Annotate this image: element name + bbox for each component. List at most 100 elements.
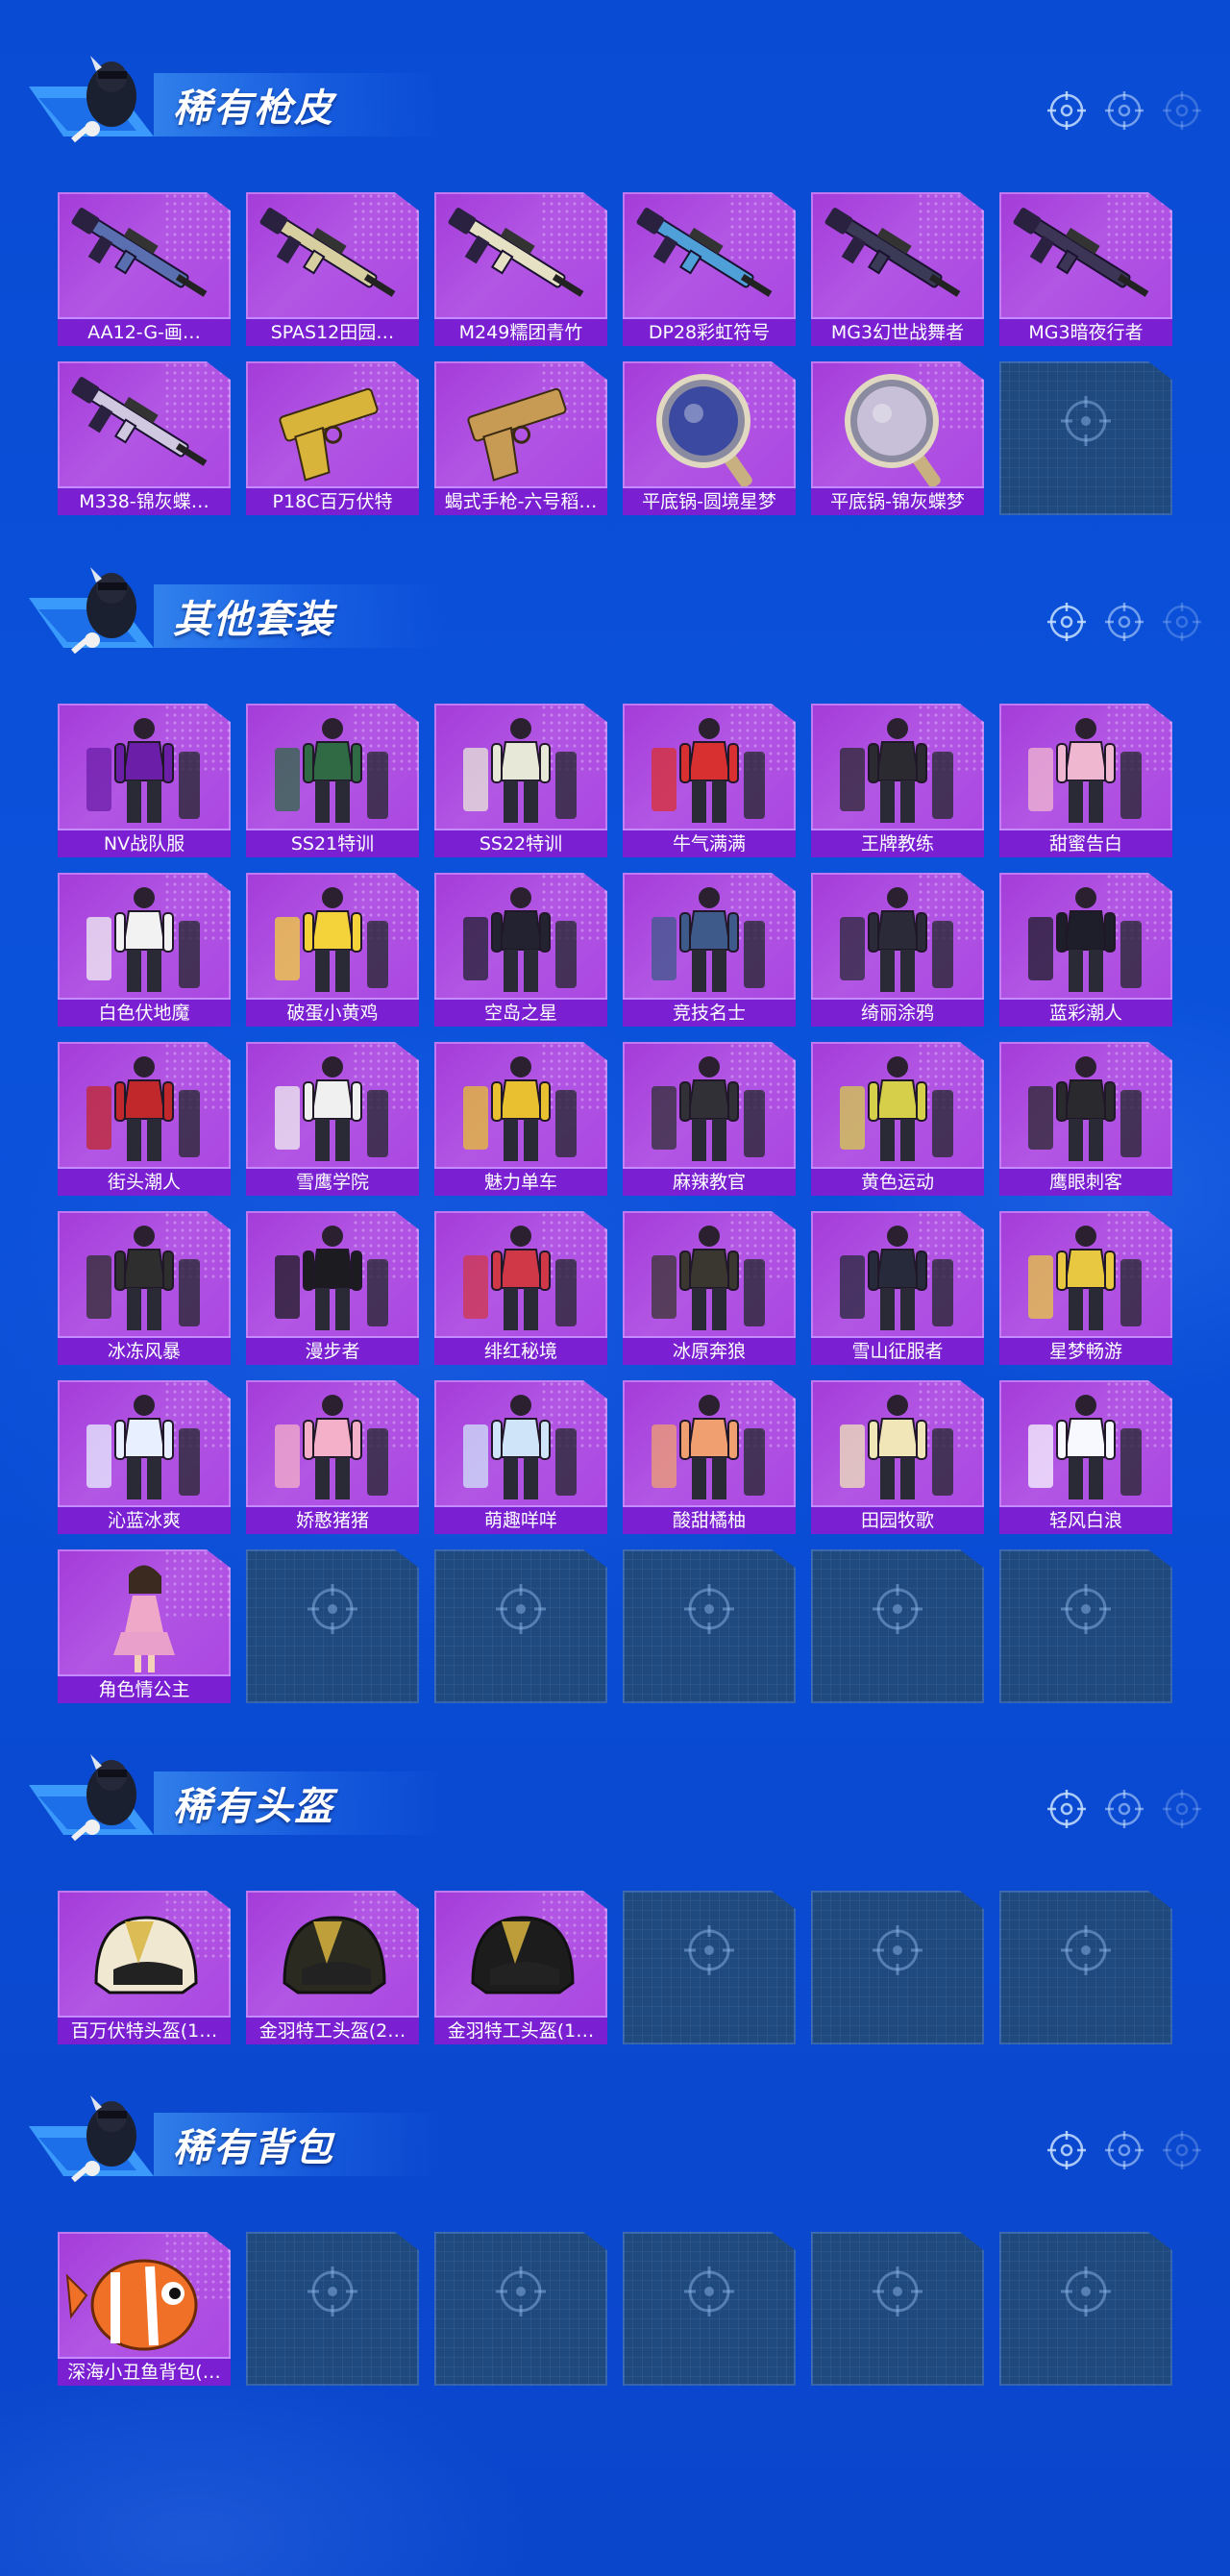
item-card[interactable]: 萌趣咩咩 bbox=[434, 1380, 607, 1534]
item-card[interactable]: 平底锅-圆境星梦 bbox=[623, 361, 796, 515]
backpack-icon bbox=[65, 2259, 198, 2351]
item-card[interactable]: DP28彩虹符号 bbox=[623, 192, 796, 346]
empty-slot bbox=[246, 2232, 419, 2386]
item-card[interactable]: SS22特训 bbox=[434, 704, 607, 857]
item-label: 竞技名士 bbox=[623, 998, 796, 1027]
crosshair-icon bbox=[873, 1925, 922, 1975]
item-label: AA12-G-画… bbox=[58, 317, 231, 346]
item-card[interactable]: MG3幻世战舞者 bbox=[811, 192, 984, 346]
item-card[interactable]: 黄色运动 bbox=[811, 1042, 984, 1196]
machinegun-icon bbox=[824, 208, 961, 297]
item-label: 平底锅-锦灰蝶梦 bbox=[811, 486, 984, 515]
outfit-icon bbox=[840, 1226, 953, 1330]
outfit-icon bbox=[275, 1226, 388, 1330]
item-label: 雪山征服者 bbox=[811, 1336, 984, 1365]
item-label: 王牌教练 bbox=[811, 829, 984, 857]
section-decoration bbox=[1047, 2126, 1201, 2174]
crosshair-icon bbox=[1061, 1925, 1111, 1975]
item-card[interactable]: SPAS12田园… bbox=[246, 192, 419, 346]
item-label: 深海小丑鱼背包(… bbox=[58, 2357, 231, 2386]
item-label: 街头潮人 bbox=[58, 1167, 231, 1196]
item-label: 麻辣教官 bbox=[623, 1167, 796, 1196]
empty-slot bbox=[434, 2232, 607, 2386]
item-card[interactable]: NV战队服 bbox=[58, 704, 231, 857]
outfit-icon bbox=[840, 1395, 953, 1499]
crosshair-icon bbox=[496, 1584, 546, 1634]
item-card[interactable]: 绮丽涂鸦 bbox=[811, 873, 984, 1027]
item-card[interactable]: 雪鹰学院 bbox=[246, 1042, 419, 1196]
pan-icon bbox=[656, 374, 752, 486]
item-card[interactable]: 轻风白浪 bbox=[999, 1380, 1172, 1534]
item-grid: NV战队服 SS21特训 SS22特训 牛气满满 王牌教练 甜蜜告白 白色伏地魔… bbox=[58, 704, 1172, 1703]
item-card[interactable]: 甜蜜告白 bbox=[999, 704, 1172, 857]
item-label: 绮丽涂鸦 bbox=[811, 998, 984, 1027]
item-label: MG3暗夜行者 bbox=[999, 317, 1172, 346]
item-card[interactable]: 冰原奔狼 bbox=[623, 1211, 796, 1365]
item-card[interactable]: 街头潮人 bbox=[58, 1042, 231, 1196]
item-card[interactable]: 蓝彩潮人 bbox=[999, 873, 1172, 1027]
item-card[interactable]: 绯红秘境 bbox=[434, 1211, 607, 1365]
item-label: M249糯团青竹 bbox=[434, 317, 607, 346]
crosshair-dots-icon bbox=[1047, 2131, 1201, 2169]
section-title: 其他套装 bbox=[173, 598, 334, 642]
empty-slot bbox=[999, 1891, 1172, 2044]
item-card[interactable]: MG3暗夜行者 bbox=[999, 192, 1172, 346]
item-card[interactable]: 冰冻风暴 bbox=[58, 1211, 231, 1365]
item-card[interactable]: 金羽特工头盔(1… bbox=[434, 1891, 607, 2044]
item-label: 雪鹰学院 bbox=[246, 1167, 419, 1196]
item-label: 金羽特工头盔(1… bbox=[434, 2016, 607, 2044]
item-card[interactable]: 百万伏特头盔(1… bbox=[58, 1891, 231, 2044]
empty-slot bbox=[623, 1549, 796, 1703]
item-card[interactable]: 深海小丑鱼背包(… bbox=[58, 2232, 231, 2386]
outfit-icon bbox=[86, 887, 200, 992]
item-card[interactable]: 酸甜橘柚 bbox=[623, 1380, 796, 1534]
item-card[interactable]: 雪山征服者 bbox=[811, 1211, 984, 1365]
item-label: 金羽特工头盔(2… bbox=[246, 2016, 419, 2044]
section-decoration bbox=[1047, 598, 1201, 646]
item-card[interactable]: 角色情公主 bbox=[58, 1549, 231, 1703]
item-card[interactable]: 王牌教练 bbox=[811, 704, 984, 857]
item-card[interactable]: 漫步者 bbox=[246, 1211, 419, 1365]
item-label: 轻风白浪 bbox=[999, 1505, 1172, 1534]
item-card[interactable]: 蝎式手枪-六号稻… bbox=[434, 361, 607, 515]
item-card[interactable]: 鹰眼刺客 bbox=[999, 1042, 1172, 1196]
item-card[interactable]: P18C百万伏特 bbox=[246, 361, 419, 515]
crosshair-icon bbox=[308, 2266, 357, 2316]
item-label: 酸甜橘柚 bbox=[623, 1505, 796, 1534]
item-label: 角色情公主 bbox=[58, 1674, 231, 1703]
item-label: 蓝彩潮人 bbox=[999, 998, 1172, 1027]
item-label: 蝎式手枪-六号稻… bbox=[434, 486, 607, 515]
item-card[interactable]: 星梦畅游 bbox=[999, 1211, 1172, 1365]
section-decoration bbox=[1047, 1785, 1201, 1833]
item-card[interactable]: 娇憨猪猪 bbox=[246, 1380, 419, 1534]
item-card[interactable]: SS21特训 bbox=[246, 704, 419, 857]
crosshair-icon bbox=[308, 1584, 357, 1634]
outfit-icon bbox=[840, 1056, 953, 1161]
item-card[interactable]: 沁蓝冰爽 bbox=[58, 1380, 231, 1534]
item-card[interactable]: 魅力单车 bbox=[434, 1042, 607, 1196]
outfit-icon bbox=[652, 1395, 765, 1499]
crosshair-icon bbox=[684, 2266, 734, 2316]
item-grid: 深海小丑鱼背包(… bbox=[58, 2232, 1172, 2386]
shotgun-icon bbox=[259, 208, 396, 297]
item-card[interactable]: 田园牧歌 bbox=[811, 1380, 984, 1534]
item-card[interactable]: 金羽特工头盔(2… bbox=[246, 1891, 419, 2044]
item-card[interactable]: 牛气满满 bbox=[623, 704, 796, 857]
item-label: 冰冻风暴 bbox=[58, 1336, 231, 1365]
item-card[interactable]: 白色伏地魔 bbox=[58, 873, 231, 1027]
item-label: 白色伏地魔 bbox=[58, 998, 231, 1027]
item-card[interactable]: 竞技名士 bbox=[623, 873, 796, 1027]
item-card[interactable]: 平底锅-锦灰蝶梦 bbox=[811, 361, 984, 515]
item-card[interactable]: AA12-G-画… bbox=[58, 192, 231, 346]
item-label: 娇憨猪猪 bbox=[246, 1505, 419, 1534]
machinegun-icon bbox=[448, 208, 584, 297]
pan-icon bbox=[845, 374, 941, 486]
item-card[interactable]: 麻辣教官 bbox=[623, 1042, 796, 1196]
item-card[interactable]: M338-锦灰蝶… bbox=[58, 361, 231, 515]
item-card[interactable]: 破蛋小黄鸡 bbox=[246, 873, 419, 1027]
outfit-icon bbox=[652, 887, 765, 992]
gun-icon bbox=[71, 208, 208, 297]
item-card[interactable]: 空岛之星 bbox=[434, 873, 607, 1027]
item-card[interactable]: M249糯团青竹 bbox=[434, 192, 607, 346]
machinegun-icon bbox=[1013, 208, 1149, 297]
